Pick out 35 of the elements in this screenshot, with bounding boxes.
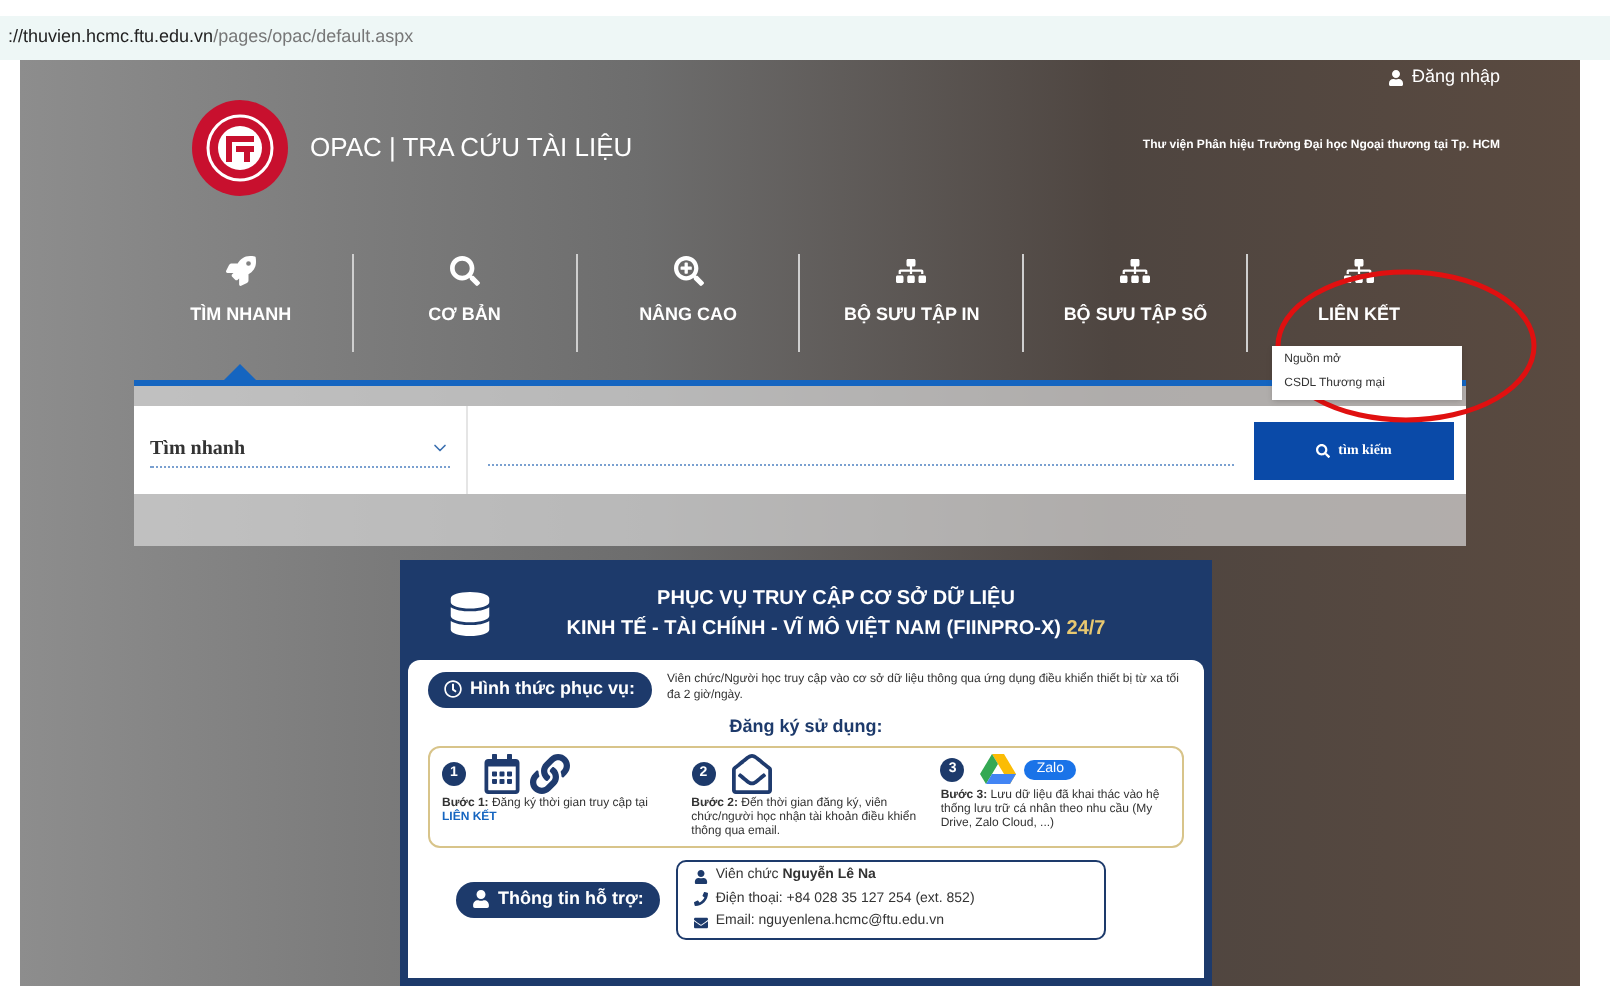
search-icon bbox=[449, 255, 480, 285]
calendar-icon bbox=[482, 754, 522, 794]
nav-tab[interactable]: CƠ BẢN bbox=[428, 253, 501, 352]
zoom-in-icon bbox=[673, 255, 704, 285]
link-icon bbox=[530, 754, 570, 794]
service-label: Hình thức phục vụ: bbox=[428, 672, 652, 707]
sitemap-icon bbox=[896, 255, 927, 285]
nav-tab[interactable]: BỘ SƯU TẬP SỐ bbox=[1063, 253, 1208, 352]
login-link[interactable]: Đăng nhập bbox=[1387, 64, 1500, 91]
phone-icon bbox=[693, 892, 708, 907]
user-icon bbox=[1387, 69, 1404, 86]
poster-subtitle: KINH TẾ - TÀI CHÍNH - VĨ MÔ VIỆT NAM (FIINPRO-X) 24/7 bbox=[566, 614, 1106, 644]
drive-icon bbox=[980, 754, 1017, 786]
nav-tab[interactable]: NÂNG CAO bbox=[639, 253, 738, 352]
person-icon bbox=[472, 890, 490, 909]
support-label: Thông tin hỗ trợ: bbox=[456, 882, 660, 917]
address-bar[interactable]: ://thuvien.hcmc.ftu.edu.vn/pages/opac/default.aspx bbox=[0, 16, 1610, 60]
sitemap-icon bbox=[1344, 255, 1375, 285]
nav-tab[interactable]: BỘ SƯU TẬP IN bbox=[843, 253, 980, 352]
search-mode-select[interactable]: Tìm nhanh bbox=[150, 433, 450, 467]
poster-title: PHỤC VỤ TRUY CẬP CƠ SỞ DỮ LIỆU bbox=[657, 584, 1015, 614]
database-icon bbox=[448, 592, 492, 636]
sitemap-icon bbox=[1120, 255, 1151, 285]
site-title: OPAC | TRA CỨU TÀI LIỆU bbox=[310, 129, 633, 166]
envelope-icon bbox=[693, 915, 708, 930]
url-text: ://thuvien.hcmc.ftu.edu.vn/pages/opac/default.aspx bbox=[8, 24, 414, 51]
search-icon bbox=[1316, 443, 1331, 457]
nav-tab[interactable]: LIÊN KẾT bbox=[1318, 253, 1401, 352]
university-logo-icon bbox=[190, 97, 290, 197]
rocket-icon bbox=[225, 255, 256, 285]
envelope-icon bbox=[731, 754, 772, 794]
person-icon bbox=[693, 869, 708, 884]
nav-tab[interactable]: TÌM NHANH bbox=[190, 253, 292, 352]
register-heading: Đăng ký sử dụng: bbox=[729, 713, 883, 740]
clock-icon bbox=[444, 680, 462, 699]
